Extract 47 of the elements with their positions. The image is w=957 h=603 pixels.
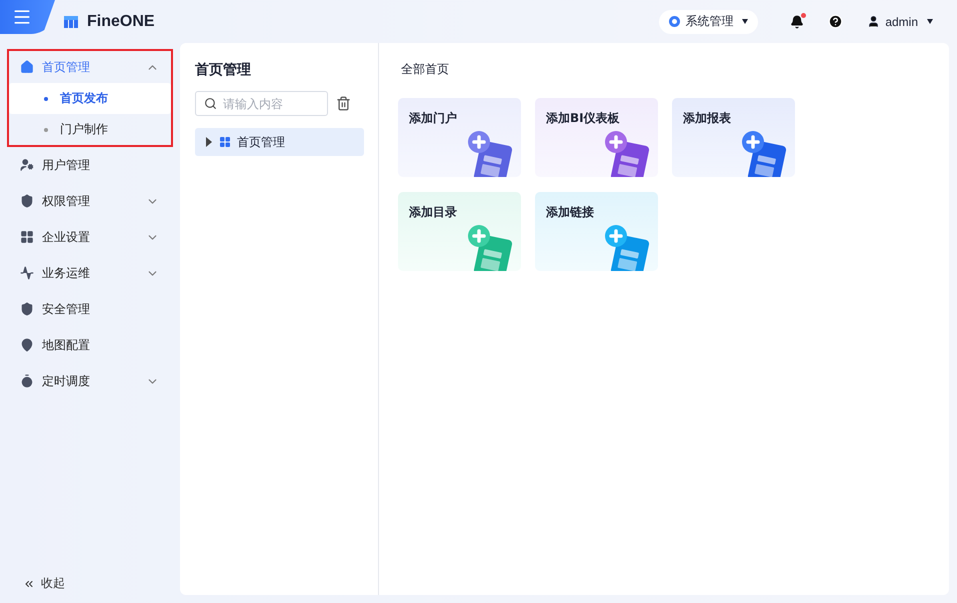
- logo-icon: [63, 14, 79, 30]
- caret-icon: [927, 19, 933, 24]
- nav-item[interactable]: 权限管理: [9, 185, 171, 217]
- help-button[interactable]: [828, 14, 844, 29]
- add-card[interactable]: 添加链接: [535, 192, 658, 271]
- user-icon: [867, 15, 880, 28]
- app-title: FineONE: [87, 12, 155, 30]
- collapse-button[interactable]: 收起: [7, 574, 173, 593]
- map-pin-icon: [20, 338, 34, 352]
- nav-subitem[interactable]: 门户制作: [9, 114, 171, 145]
- add-card[interactable]: 添加目录: [398, 192, 521, 271]
- add-card[interactable]: 添加BI仪表板: [535, 98, 658, 177]
- document-plus-icon: [739, 129, 789, 177]
- nav-item[interactable]: 企业设置: [9, 221, 171, 253]
- section-title: 全部首页: [400, 61, 450, 78]
- user-gear-icon: [20, 158, 34, 172]
- user-menu-button[interactable]: admin: [861, 14, 939, 30]
- search-icon: [204, 97, 217, 110]
- timer-icon: [20, 374, 34, 388]
- document-plus-icon: [602, 129, 652, 177]
- shield-icon: [20, 194, 34, 208]
- caret-icon: [742, 19, 748, 24]
- notification-button[interactable]: [790, 14, 804, 28]
- document-plus-icon: [465, 223, 515, 271]
- nav-item[interactable]: 首页管理: [9, 51, 171, 83]
- grid-icon: [20, 230, 34, 244]
- trash-icon[interactable]: [336, 96, 351, 111]
- menu-button[interactable]: [0, 0, 55, 34]
- panel-title: 首页管理: [195, 61, 252, 79]
- add-card[interactable]: 添加报表: [672, 98, 795, 177]
- search-field[interactable]: 请输入内容: [195, 91, 328, 116]
- system-menu-button[interactable]: 系统管理: [659, 10, 758, 34]
- nav-item[interactable]: 定时调度: [9, 365, 171, 397]
- pulse-icon: [20, 266, 34, 280]
- nav-item[interactable]: 安全管理: [9, 293, 171, 325]
- caret-icon: [205, 137, 213, 147]
- add-card[interactable]: 添加门户: [398, 98, 521, 177]
- document-plus-icon: [602, 223, 652, 271]
- nav-item[interactable]: 业务运维: [9, 257, 171, 289]
- grid-icon: [219, 136, 231, 148]
- nav-subitem[interactable]: 首页发布: [9, 83, 171, 114]
- nav-item[interactable]: 地图配置: [9, 329, 171, 361]
- shield-check-icon: [20, 302, 34, 316]
- home-icon: [20, 60, 34, 74]
- nav-item[interactable]: 用户管理: [9, 149, 171, 181]
- tree-item[interactable]: 首页管理: [195, 128, 364, 156]
- document-plus-icon: [465, 129, 515, 177]
